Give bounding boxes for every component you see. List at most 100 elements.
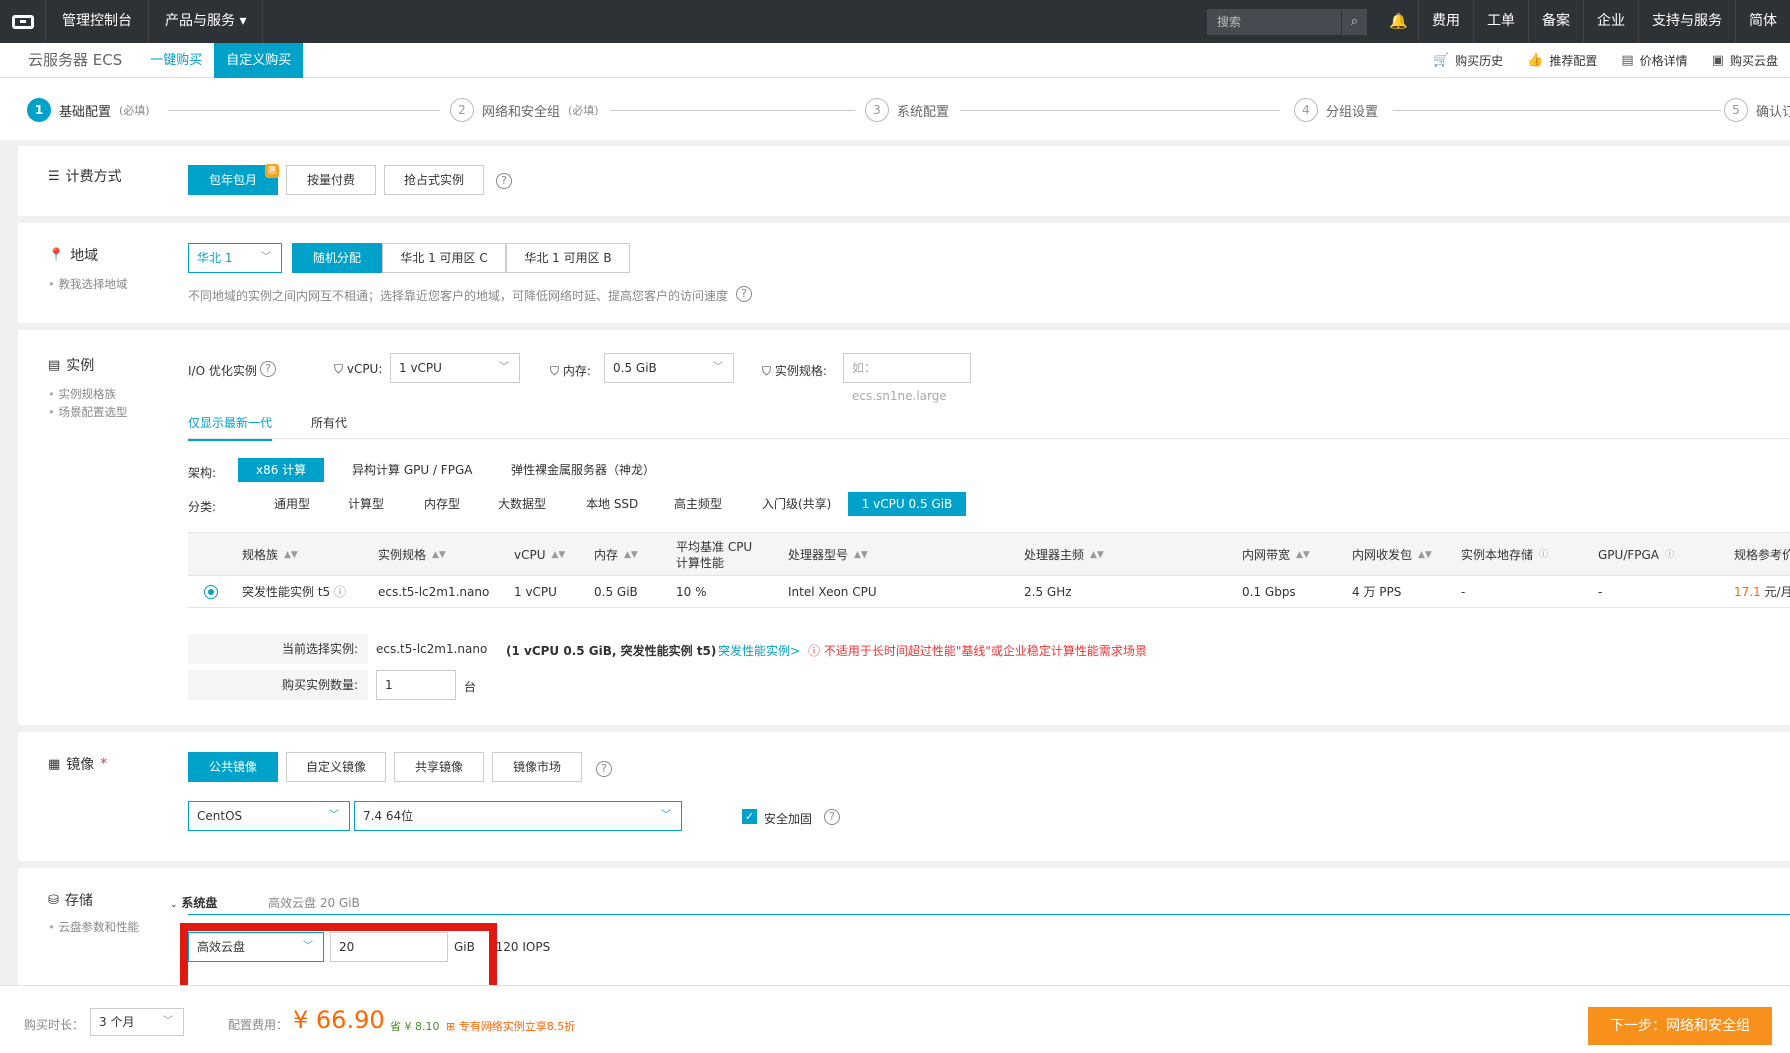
help-icon[interactable]: ⓘ bbox=[1665, 547, 1674, 563]
search-input[interactable]: 搜索 ⌕ bbox=[1207, 8, 1367, 35]
billing-subscription-button[interactable]: 包年包月 惠 bbox=[188, 164, 279, 195]
help-icon[interactable]: ? bbox=[260, 361, 276, 377]
recommended-config-link[interactable]: 👍 推荐配置 bbox=[1515, 52, 1609, 69]
image-market-button[interactable]: 镜像市场 bbox=[492, 752, 582, 782]
step-system-config[interactable]: 3 系统配置 bbox=[865, 98, 950, 122]
step-label: 网络和安全组 bbox=[482, 104, 561, 120]
system-disk-label: 系统盘 bbox=[181, 896, 218, 910]
step-network-security[interactable]: 2 网络和安全组 (必填) bbox=[450, 98, 599, 122]
image-custom-button[interactable]: 自定义镜像 bbox=[286, 752, 386, 782]
search-icon[interactable]: ⌕ bbox=[1341, 8, 1367, 35]
step-confirm-order[interactable]: 5 确认订单 bbox=[1724, 98, 1790, 122]
arch-gpu-fpga[interactable]: 异构计算 GPU / FPGA bbox=[334, 458, 490, 482]
nav-filing[interactable]: 备案 bbox=[1529, 0, 1584, 43]
search-placeholder: 搜索 bbox=[1217, 15, 1242, 29]
disk-params-link[interactable]: 云盘参数和性能 bbox=[48, 918, 139, 936]
nav-fees[interactable]: 费用 bbox=[1419, 0, 1474, 43]
table-row[interactable]: 突发性能实例 t5 ⓘ ecs.t5-lc2m1.nano 1 vCPU 0.5… bbox=[188, 576, 1790, 608]
image-title: ▦ 镜像 * bbox=[48, 754, 107, 774]
help-icon[interactable]: ? bbox=[596, 761, 612, 777]
spec-search-input[interactable]: 如：ecs.sn1ne.large bbox=[843, 353, 971, 403]
help-icon[interactable]: ? bbox=[736, 286, 752, 302]
nav-language[interactable]: 简体 bbox=[1736, 0, 1790, 43]
column-bandwidth[interactable]: 内网带宽 ▲▼ bbox=[1242, 533, 1310, 577]
column-pps[interactable]: 内网收发包 ▲▼ bbox=[1352, 533, 1432, 577]
system-disk-summary: 高效云盘 20 GiB bbox=[268, 896, 360, 910]
products-menu[interactable]: 产品与服务 ▾ bbox=[149, 0, 264, 43]
column-pps-label: 内网收发包 bbox=[1352, 548, 1413, 562]
security-hardening-checkbox[interactable]: ✓ bbox=[742, 809, 757, 824]
buy-disk-link[interactable]: ▣ 购买云盘 bbox=[1700, 52, 1790, 69]
quantity-input[interactable]: 1 bbox=[376, 670, 456, 700]
os-version-select[interactable]: 7.4 64位 ﹀ bbox=[354, 801, 682, 831]
tab-custom-buy[interactable]: 自定义购买 bbox=[214, 42, 304, 78]
column-family[interactable]: 规格族 ▲▼ bbox=[242, 533, 298, 577]
nav-tickets[interactable]: 工单 bbox=[1474, 0, 1529, 43]
promo-text: ⊞ 专有网络实例立享8.5折 bbox=[446, 1018, 575, 1034]
aliyun-logo-icon[interactable] bbox=[0, 0, 46, 43]
filter-icon: ⛉ bbox=[762, 364, 772, 378]
cell-spec: ecs.t5-lc2m1.nano bbox=[378, 585, 490, 599]
step-group-settings[interactable]: 4 分组设置 bbox=[1294, 98, 1379, 122]
arch-bare-metal[interactable]: 弹性裸金属服务器（神龙） bbox=[493, 458, 673, 482]
step-basic-config[interactable]: 1 基础配置 (必填) bbox=[27, 98, 150, 122]
category-compute[interactable]: 计算型 bbox=[330, 492, 402, 516]
help-icon[interactable]: ? bbox=[824, 809, 840, 825]
column-vcpu[interactable]: vCPU ▲▼ bbox=[514, 533, 565, 577]
zone-b-button[interactable]: 华北 1 可用区 B bbox=[506, 243, 630, 273]
column-freq[interactable]: 处理器主频 ▲▼ bbox=[1024, 533, 1104, 577]
burst-instance-link[interactable]: 突发性能实例> bbox=[718, 642, 800, 659]
category-entry-shared[interactable]: 入门级(共享) bbox=[744, 492, 849, 516]
memory-select[interactable]: 0.5 GiB ﹀ bbox=[604, 353, 734, 383]
bell-icon[interactable]: 🔔 bbox=[1379, 0, 1419, 43]
billing-spot-button[interactable]: 抢占式实例 bbox=[384, 165, 484, 195]
current-instance-label: 当前选择实例: bbox=[188, 634, 368, 664]
zone-random-button[interactable]: 随机分配 bbox=[292, 243, 382, 273]
column-cpu-model[interactable]: 处理器型号 ▲▼ bbox=[788, 533, 868, 577]
tab-latest-generation[interactable]: 仅显示最新一代 bbox=[188, 414, 273, 441]
zone-c-button[interactable]: 华北 1 可用区 C bbox=[382, 243, 506, 273]
image-title-text: 镜像 bbox=[66, 757, 95, 773]
duration-select[interactable]: 3 个月 ﹀ bbox=[90, 1008, 184, 1036]
image-public-button[interactable]: 公共镜像 bbox=[188, 752, 278, 782]
category-memory[interactable]: 内存型 bbox=[406, 492, 478, 516]
category-1vcpu-0.5gib[interactable]: 1 vCPU 0.5 GiB bbox=[848, 492, 966, 516]
region-help-link[interactable]: 教我选择地域 bbox=[48, 275, 127, 293]
nav-enterprise[interactable]: 企业 bbox=[1584, 0, 1639, 43]
instance-family-link[interactable]: 实例规格族 bbox=[48, 385, 127, 403]
vcpu-select[interactable]: 1 vCPU ﹀ bbox=[390, 353, 520, 383]
arch-x86[interactable]: x86 计算 bbox=[238, 458, 325, 482]
storage-title-text: 存储 bbox=[64, 893, 93, 909]
help-icon[interactable]: ? bbox=[496, 173, 512, 189]
category-local-ssd[interactable]: 本地 SSD bbox=[568, 492, 656, 516]
cell-local-storage: - bbox=[1461, 585, 1466, 599]
column-memory[interactable]: 内存 ▲▼ bbox=[594, 533, 638, 577]
tab-quick-buy[interactable]: 一键购买 bbox=[138, 43, 214, 78]
cell-cpu-perf: 10 % bbox=[676, 585, 707, 599]
billing-payg-button[interactable]: 按量付费 bbox=[286, 165, 376, 195]
help-icon[interactable]: ⓘ bbox=[1539, 547, 1548, 563]
console-link[interactable]: 管理控制台 bbox=[46, 0, 149, 43]
chevron-down-icon: ﹀ bbox=[661, 810, 671, 821]
cell-family: 突发性能实例 t5 ⓘ bbox=[242, 576, 346, 608]
region-note: 不同地域的实例之间内网互不相通；选择靠近您客户的地域，可降低网络时延、提高您客户… bbox=[188, 289, 729, 303]
column-spec[interactable]: 实例规格 ▲▼ bbox=[378, 533, 446, 577]
image-shared-button[interactable]: 共享镜像 bbox=[394, 752, 484, 782]
instance-radio[interactable] bbox=[204, 585, 218, 599]
region-select[interactable]: 华北 1 ﹀ bbox=[188, 243, 282, 273]
category-general[interactable]: 通用型 bbox=[256, 492, 328, 516]
purchase-history-link[interactable]: 🛒 购买历史 bbox=[1421, 52, 1515, 69]
tab-all-generations[interactable]: 所有代 bbox=[311, 414, 347, 431]
system-disk-header[interactable]: ⌄ 系统盘 bbox=[170, 894, 217, 911]
nav-support[interactable]: 支持与服务 bbox=[1639, 0, 1736, 43]
category-high-freq[interactable]: 高主频型 bbox=[656, 492, 740, 516]
help-icon[interactable]: ⓘ bbox=[334, 585, 346, 599]
category-bigdata[interactable]: 大数据型 bbox=[480, 492, 564, 516]
step-label: 基础配置 bbox=[59, 104, 112, 120]
cell-vcpu: 1 vCPU bbox=[514, 585, 557, 599]
os-select-value: CentOS bbox=[197, 809, 243, 823]
os-select[interactable]: CentOS ﹀ bbox=[188, 801, 350, 831]
scenario-select-link[interactable]: 场景配置选型 bbox=[48, 403, 127, 421]
next-step-button[interactable]: 下一步：网络和安全组 bbox=[1588, 1007, 1772, 1045]
price-details-link[interactable]: ▤ 价格详情 bbox=[1609, 52, 1699, 69]
